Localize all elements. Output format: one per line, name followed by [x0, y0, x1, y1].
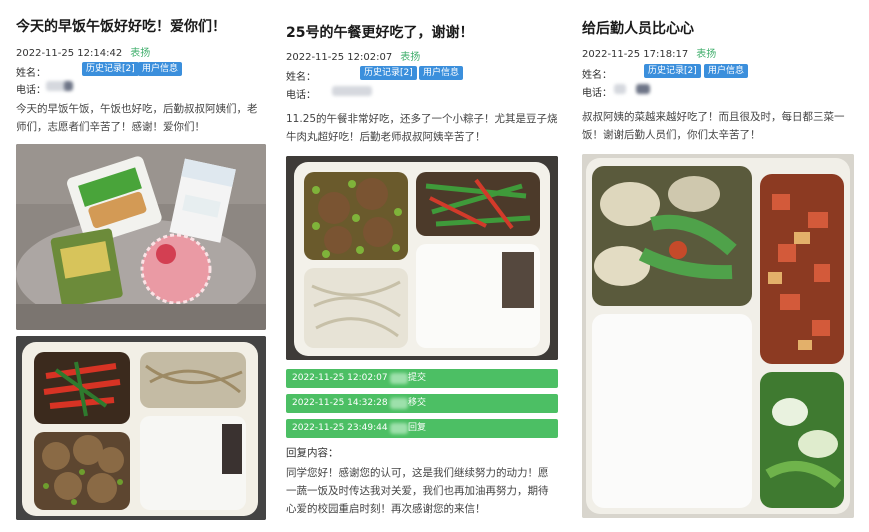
- feedback-card-1: 今天的早饭午饭好好吃！爱你们！ 2022-11-25 12:14:42 表扬 姓名…: [6, 0, 270, 532]
- history-button[interactable]: 历史记录[2]: [360, 66, 417, 80]
- redacted-phone-mark: [636, 84, 650, 94]
- reply-label: 回复内容：: [286, 447, 339, 459]
- card-datetime: 2022-11-25 12:14:42: [16, 48, 123, 59]
- lunch-box-photo: [16, 336, 266, 520]
- reply-log-item: 2022-11-25 23:49:44 回复: [286, 419, 558, 438]
- card-meta: 2022-11-25 12:02:07 表扬: [286, 48, 420, 63]
- card-meta: 2022-11-25 17:18:17 表扬: [582, 45, 716, 60]
- name-label: 姓名：: [286, 72, 316, 83]
- user-info-button[interactable]: 用户信息: [419, 66, 464, 80]
- user-info-button[interactable]: 用户信息: [138, 62, 183, 76]
- category-badge: 表扬: [400, 52, 421, 63]
- phone-label: 电话：: [16, 85, 46, 96]
- feedback-card-3: 给后勤人员比心心 2022-11-25 17:18:17 表扬 姓名： 历史记录[…: [572, 0, 863, 532]
- card-title: 25号的午餐更好吃了，谢谢！: [286, 25, 474, 41]
- redacted-phone: [614, 84, 626, 94]
- lunch-box-photo: [286, 156, 558, 360]
- feedback-body: 11.25的午餐非常好吃，还多了一个小粽子！尤其是豆子烧牛肉丸超好吃！后勤老师叔…: [286, 113, 558, 143]
- redacted-phone-mark: [64, 81, 73, 91]
- user-info-button[interactable]: 用户信息: [704, 64, 749, 78]
- lunch-box-photo: [582, 154, 854, 518]
- card-title: 今天的早饭午饭好好吃！爱你们！: [16, 19, 226, 35]
- reply-log-time: 2022-11-25 14:32:28: [292, 398, 388, 408]
- phone-label: 电话：: [582, 88, 612, 99]
- feedback-body: 今天的早饭午饭，午饭也好吃，后勤叔叔阿姨们，老师们，志愿者们辛苦了！感谢！爱你们…: [16, 103, 258, 133]
- name-label: 姓名：: [582, 70, 612, 81]
- reply-log-time: 2022-11-25 23:49:44: [292, 423, 388, 433]
- redacted-handler: [390, 373, 408, 384]
- redacted-handler: [390, 398, 408, 409]
- redacted-handler: [390, 423, 408, 434]
- reply-body: 同学您好！感谢您的认可，这是我们继续努力的动力！愿一蔬一饭及时传达我对关爱，我们…: [286, 467, 549, 515]
- redacted-phone: [332, 86, 372, 96]
- reply-log-time: 2022-11-25 12:02:07: [292, 373, 388, 383]
- card-datetime: 2022-11-25 12:02:07: [286, 52, 393, 63]
- card-meta: 2022-11-25 12:14:42 表扬: [16, 44, 150, 59]
- name-label: 姓名：: [16, 68, 46, 79]
- category-badge: 表扬: [696, 49, 717, 60]
- history-button[interactable]: 历史记录[2]: [644, 64, 701, 78]
- feedback-card-2: 25号的午餐更好吃了，谢谢！ 2022-11-25 12:02:07 表扬 姓名：…: [276, 0, 566, 532]
- card-datetime: 2022-11-25 17:18:17: [582, 49, 689, 60]
- card-title: 给后勤人员比心心: [582, 21, 694, 37]
- reply-log-action: 移交: [408, 398, 427, 408]
- reply-log-action: 提交: [408, 373, 427, 383]
- reply-log-item: 2022-11-25 14:32:28 移交: [286, 394, 558, 413]
- history-button[interactable]: 历史记录[2]: [82, 62, 139, 76]
- breakfast-photo: [16, 144, 266, 330]
- reply-log-action: 回复: [408, 423, 427, 433]
- feedback-body: 叔叔阿姨的菜越来越好吃了！而且很及时，每日都三菜一饭！谢谢后勤人员们，你们太辛苦…: [582, 111, 845, 141]
- category-badge: 表扬: [130, 48, 151, 59]
- reply-log-item: 2022-11-25 12:02:07 提交: [286, 369, 558, 388]
- phone-label: 电话：: [286, 90, 316, 101]
